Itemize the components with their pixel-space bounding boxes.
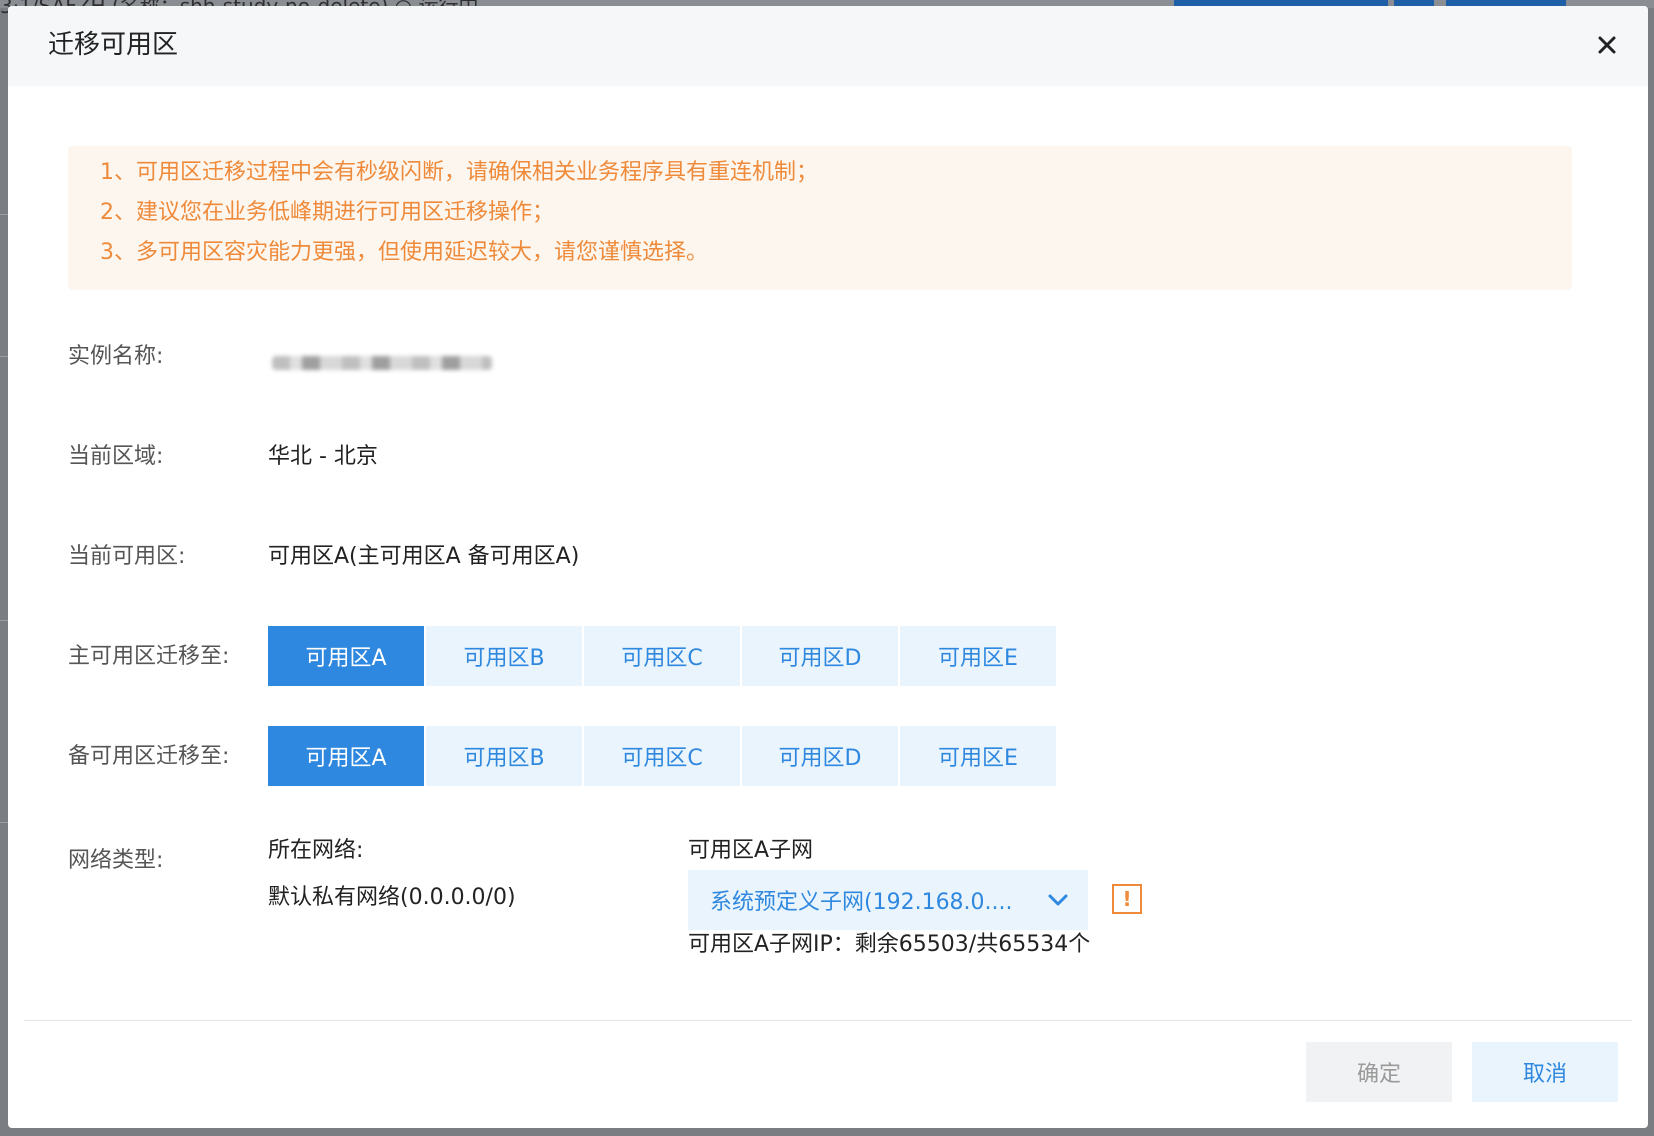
instance-name-value-redacted bbox=[272, 356, 492, 370]
subnet-selected-value: 系统预定义子网(192.168.0.... bbox=[710, 890, 1013, 915]
close-button[interactable] bbox=[1590, 28, 1624, 62]
primary-zone-option-a[interactable]: 可用区A bbox=[268, 626, 424, 686]
cancel-button[interactable]: 取消 bbox=[1472, 1042, 1618, 1102]
dialog-title: 迁移可用区 bbox=[48, 30, 179, 60]
subnet-select[interactable]: 系统预定义子网(192.168.0.... bbox=[688, 870, 1088, 930]
secondary-zone-label: 备可用区迁移至: bbox=[68, 744, 230, 769]
network-type-label: 网络类型: bbox=[68, 848, 164, 873]
subnet-label: 可用区A子网 bbox=[688, 838, 814, 863]
current-region-label: 当前区域: bbox=[68, 444, 164, 469]
instance-name-label: 实例名称: bbox=[68, 344, 164, 369]
secondary-zone-option-c[interactable]: 可用区C bbox=[584, 726, 740, 786]
primary-zone-label: 主可用区迁移至: bbox=[68, 644, 230, 669]
notice-line: 1、可用区迁移过程中会有秒级闪断，请确保相关业务程序具有重连机制； bbox=[100, 160, 818, 185]
primary-zone-option-d[interactable]: 可用区D bbox=[742, 626, 898, 686]
network-label: 所在网络: bbox=[268, 838, 364, 863]
confirm-button[interactable]: 确定 bbox=[1306, 1042, 1452, 1102]
current-zone-value: 可用区A(主可用区A 备可用区A) bbox=[268, 544, 580, 569]
migration-notice: 1、可用区迁移过程中会有秒级闪断，请确保相关业务程序具有重连机制； 2、建议您在… bbox=[68, 146, 1572, 290]
secondary-zone-option-e[interactable]: 可用区E bbox=[900, 726, 1056, 786]
secondary-zone-option-a[interactable]: 可用区A bbox=[268, 726, 424, 786]
migrate-zone-dialog: 迁移可用区 1、可用区迁移过程中会有秒级闪断，请确保相关业务程序具有重连机制； … bbox=[8, 6, 1648, 1128]
secondary-zone-option-d[interactable]: 可用区D bbox=[742, 726, 898, 786]
warning-glyph: ! bbox=[1122, 887, 1132, 911]
notice-line: 2、建议您在业务低峰期进行可用区迁移操作； bbox=[100, 200, 554, 225]
chevron-down-icon bbox=[1048, 894, 1068, 906]
secondary-zone-option-b[interactable]: 可用区B bbox=[426, 726, 582, 786]
primary-zone-option-c[interactable]: 可用区C bbox=[584, 626, 740, 686]
network-value: 默认私有网络(0.0.0.0/0) bbox=[268, 885, 516, 910]
subnet-ip-info: 可用区A子网IP：剩余65503/共65534个 bbox=[688, 932, 1091, 957]
warning-icon[interactable]: ! bbox=[1112, 884, 1142, 914]
footer-divider bbox=[24, 1020, 1632, 1021]
primary-zone-option-e[interactable]: 可用区E bbox=[900, 626, 1056, 686]
close-icon bbox=[1598, 36, 1616, 54]
current-zone-label: 当前可用区: bbox=[68, 544, 186, 569]
secondary-zone-selector: 可用区A 可用区B 可用区C 可用区D 可用区E bbox=[268, 726, 1058, 786]
primary-zone-selector: 可用区A 可用区B 可用区C 可用区D 可用区E bbox=[268, 626, 1058, 686]
dialog-header: 迁移可用区 bbox=[8, 6, 1648, 86]
primary-zone-option-b[interactable]: 可用区B bbox=[426, 626, 582, 686]
current-region-value: 华北 - 北京 bbox=[268, 444, 378, 469]
notice-line: 3、多可用区容灾能力更强，但使用延迟较大，请您谨慎选择。 bbox=[100, 240, 708, 265]
